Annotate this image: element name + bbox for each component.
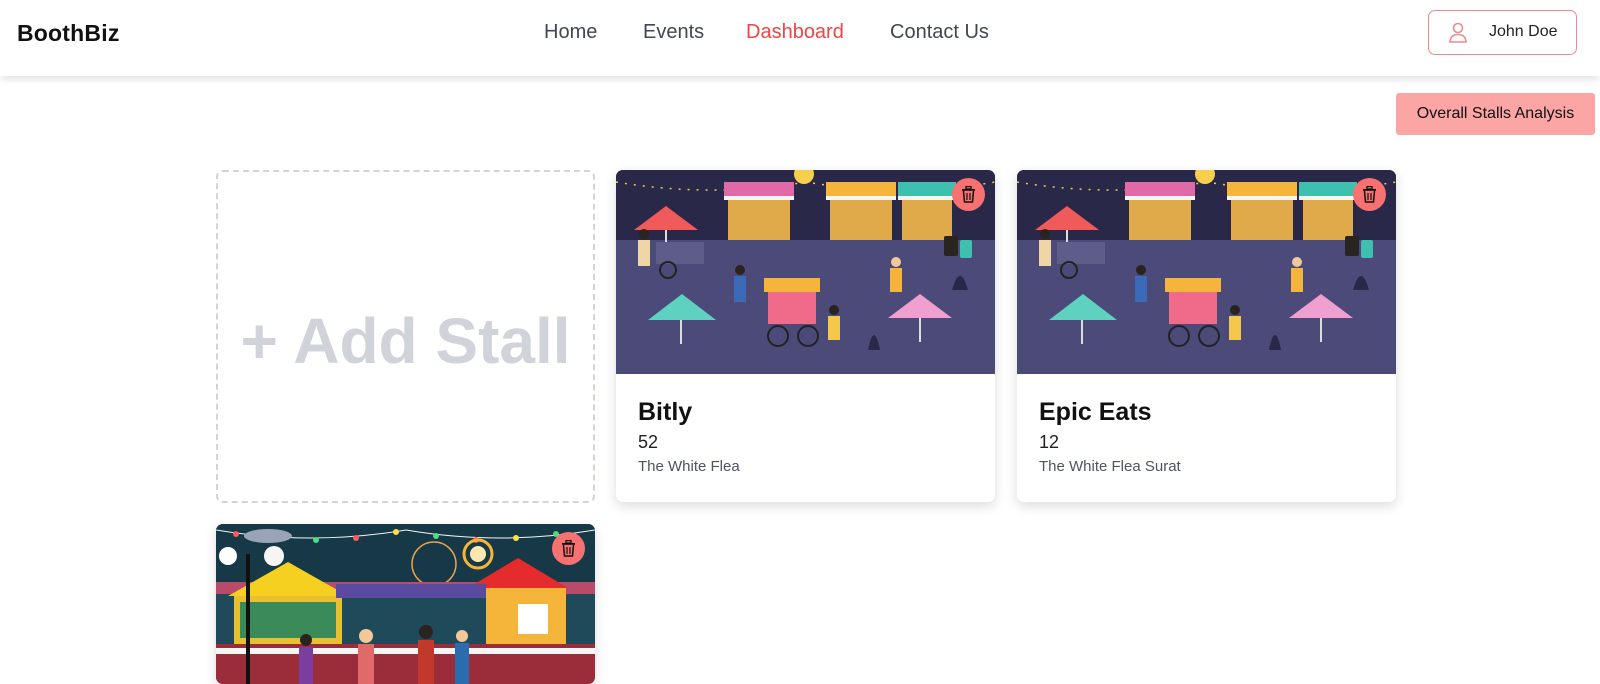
delete-stall-button[interactable]: [552, 532, 585, 565]
stall-count: 12: [1039, 432, 1060, 452]
user-icon: [1448, 22, 1468, 44]
trash-icon: [1363, 186, 1376, 203]
stall-card-body: Epic Eats 12 The White Flea Surat: [1039, 398, 1181, 475]
stall-event-name: The White Flea: [638, 458, 740, 475]
carnival-fair-image: [216, 524, 595, 684]
delete-stall-button[interactable]: [952, 178, 985, 211]
user-name: John Doe: [1489, 23, 1558, 40]
night-market-image: [1017, 170, 1396, 374]
analysis-button-label: Overall Stalls Analysis: [1416, 105, 1575, 122]
nav-dashboard[interactable]: Dashboard: [746, 21, 844, 44]
stall-card[interactable]: [216, 524, 595, 684]
nav-events[interactable]: Events: [643, 21, 704, 44]
nav-home[interactable]: Home: [544, 21, 597, 44]
overall-stalls-analysis-button[interactable]: Overall Stalls Analysis: [1396, 93, 1595, 135]
trash-icon: [962, 186, 975, 203]
stall-name: Epic Eats: [1039, 398, 1152, 426]
add-stall-card[interactable]: + Add Stall: [216, 170, 595, 503]
stall-card-body: Bitly 52 The White Flea: [638, 398, 740, 475]
trash-icon: [562, 540, 575, 557]
user-profile-button[interactable]: John Doe: [1428, 10, 1577, 55]
stall-count: 52: [638, 432, 659, 452]
nav-links: Home Events Dashboard Contact Us: [0, 21, 1600, 51]
nav-contact-us[interactable]: Contact Us: [890, 21, 989, 44]
stall-event-name: The White Flea Surat: [1039, 458, 1181, 475]
top-navbar: BoothBiz Home Events Dashboard Contact U…: [0, 0, 1600, 76]
stall-card[interactable]: Bitly 52 The White Flea: [616, 170, 995, 502]
add-stall-label: + Add Stall: [240, 305, 571, 377]
stall-card[interactable]: Epic Eats 12 The White Flea Surat: [1017, 170, 1396, 502]
delete-stall-button[interactable]: [1353, 178, 1386, 211]
stall-name: Bitly: [638, 398, 693, 426]
night-market-image: [616, 170, 995, 374]
